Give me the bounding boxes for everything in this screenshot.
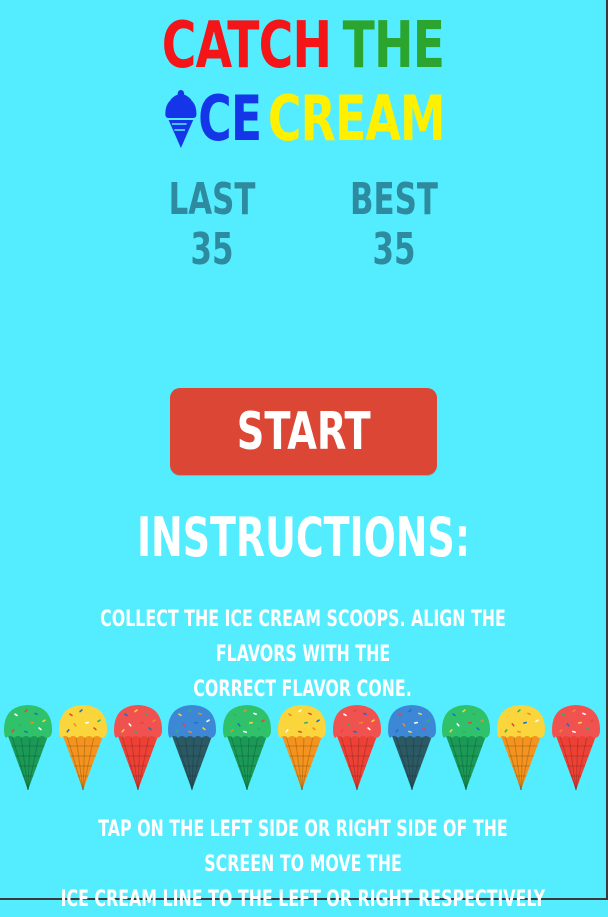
last-score-value: 35 — [190, 224, 234, 275]
best-score-value: 35 — [372, 224, 416, 275]
mint-cone-icon — [4, 705, 52, 791]
tap-instruction: TAP ON THE LEFT SIDE OR RIGHT SIDE OF TH… — [0, 812, 606, 917]
title-word-cream: CREAM — [267, 82, 445, 155]
blueberry-cone-icon — [168, 705, 217, 791]
ice-cream-cone-icon — [164, 90, 197, 148]
title-word-catch: CATCH — [161, 9, 332, 83]
last-score-label: LAST — [168, 174, 256, 225]
last-score: LAST 35 — [152, 176, 272, 274]
instructions-heading-text: INSTRUCTIONS: — [136, 506, 470, 569]
lemon-cone-icon — [58, 705, 107, 791]
tap-instruction-line-1: TAP ON THE LEFT SIDE OR RIGHT SIDE OF TH… — [98, 817, 508, 877]
best-score: BEST 35 — [334, 176, 454, 274]
start-button[interactable]: START — [170, 388, 437, 475]
strawberry-cone-icon — [552, 705, 600, 791]
instructions-heading: INSTRUCTIONS: — [0, 508, 606, 568]
blueberry-cone-icon — [387, 705, 436, 791]
collect-instruction: COLLECT THE ICE CREAM SCOOPS. ALIGN THE … — [0, 602, 606, 707]
mint-cone-icon — [442, 705, 491, 791]
game-screen: CATCH THE CE CREAM LAST 35 BEST 35 START I… — [0, 0, 608, 912]
title-word-the: THE — [342, 9, 445, 83]
start-button-label: START — [236, 401, 371, 462]
lemon-cone-icon — [497, 705, 546, 791]
strawberry-cone-icon — [332, 705, 381, 791]
lemon-cone-icon — [278, 705, 326, 791]
mint-cone-icon — [223, 705, 272, 791]
strawberry-cone-icon — [113, 705, 162, 791]
title-word-ice: CE — [197, 82, 262, 155]
game-title-line-1: CATCH THE — [55, 14, 552, 78]
flavor-cone-row — [2, 700, 606, 796]
game-title-line-2: CE CREAM — [0, 88, 606, 154]
best-score-label: BEST — [350, 174, 438, 225]
collect-instruction-line-1: COLLECT THE ICE CREAM SCOOPS. ALIGN THE … — [100, 607, 506, 667]
